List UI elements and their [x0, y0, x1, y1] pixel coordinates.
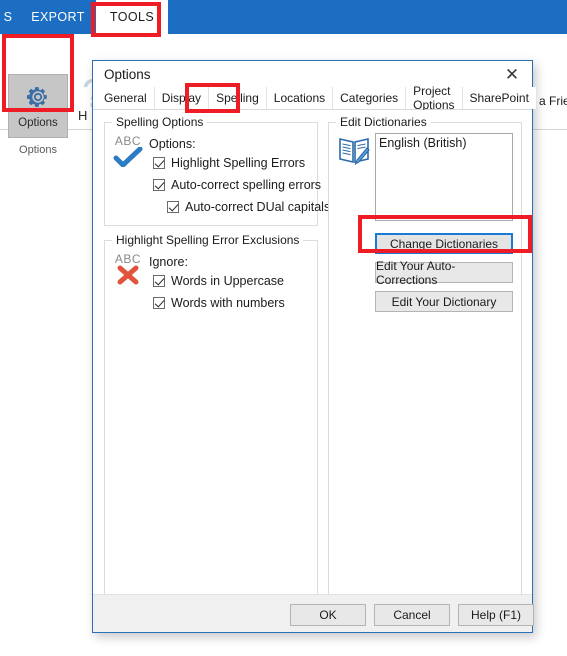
ribbon-tab-export-label: EXPORT [31, 10, 85, 24]
checkbox-box [167, 201, 179, 213]
checkbox-label: Auto-correct spelling errors [171, 178, 322, 192]
cancel-button[interactable]: Cancel [374, 604, 450, 626]
checkbox-words-with-numbers[interactable]: Words with numbers [153, 296, 285, 310]
checkbox-highlight-spelling-errors[interactable]: Highlight Spelling Errors [153, 156, 305, 170]
ribbon-options-button-label: Options [18, 116, 58, 129]
checkbox-auto-correct-spelling-errors[interactable]: Auto-correct spelling errors [153, 178, 321, 192]
dictionary-list[interactable]: English (British) [375, 133, 513, 221]
ribbon-tab-bar: S EXPORT TOOLS [0, 0, 567, 34]
ribbon-tab-export[interactable]: EXPORT [22, 0, 94, 34]
checkbox-box [153, 179, 165, 191]
checkbox-box [153, 275, 165, 287]
tab-display[interactable]: Display [153, 87, 209, 109]
spelling-exclusions-group: Highlight Spelling Error Exclusions ABC … [104, 233, 318, 630]
edit-your-dictionary-button[interactable]: Edit Your Dictionary [375, 291, 513, 312]
dialog-title: Options [104, 67, 151, 82]
tab-locations-label: Locations [273, 91, 326, 105]
checkbox-box [153, 297, 165, 309]
tab-general[interactable]: General [97, 87, 154, 109]
edit-auto-corrections-button[interactable]: Edit Your Auto-Corrections [375, 259, 513, 287]
ribbon-tab-tools[interactable]: TOOLS [96, 0, 168, 34]
tab-sharepoint[interactable]: SharePoint [461, 87, 536, 109]
background-right-text: l a Frie [533, 94, 567, 108]
ribbon-group-label: Options [19, 144, 57, 156]
ok-button-label: OK [319, 608, 337, 622]
cross-mark-icon [111, 265, 145, 291]
checkbox-words-in-uppercase[interactable]: Words in Uppercase [153, 274, 284, 288]
checkbox-auto-correct-dual-capitals[interactable]: Auto-correct DUal capitals [167, 200, 330, 214]
ribbon-options-button[interactable]: Options [8, 74, 68, 138]
ribbon-tab-tools-label: TOOLS [109, 10, 155, 24]
check-mark-icon [111, 146, 145, 173]
abc-check-icon: ABC [111, 135, 145, 173]
dialog-tab-strip: General Display Spelling Locations Categ… [93, 84, 536, 112]
change-dictionaries-button-label: Change Dictionaries [389, 236, 499, 251]
exclusions-sublabel: Ignore: [149, 255, 188, 269]
tab-categories-label: Categories [340, 91, 399, 105]
checkbox-label: Words in Uppercase [171, 274, 285, 288]
tab-spelling[interactable]: Spelling [208, 87, 266, 109]
tab-project-options[interactable]: Project Options [405, 84, 462, 112]
options-dialog: Options ✕ General Display Spelling Locat… [92, 60, 536, 633]
help-label: H [78, 108, 88, 123]
spelling-options-group-label: Spelling Options [112, 115, 208, 129]
tab-locations[interactable]: Locations [265, 87, 333, 109]
abc-text: ABC [114, 134, 142, 148]
dialog-content: Spelling Options ABC Options: Highlight … [93, 110, 532, 630]
checkbox-box [153, 157, 165, 169]
tab-sharepoint-label: SharePoint [469, 91, 529, 105]
edit-dictionaries-group: Edit Dictionaries English (British) Chan… [328, 115, 522, 630]
tab-general-label: General [104, 91, 147, 105]
abc-cross-icon: ABC [111, 253, 145, 291]
cancel-button-label: Cancel [393, 608, 431, 622]
tab-categories[interactable]: Categories [332, 87, 406, 109]
spelling-options-sublabel: Options: [149, 137, 196, 151]
ok-button[interactable]: OK [290, 604, 366, 626]
dialog-title-bar: Options ✕ [93, 61, 532, 88]
tab-display-label: Display [161, 91, 202, 105]
dialog-footer: OK Cancel Help (F1) [93, 594, 534, 632]
tab-project-options-label: Project Options [413, 84, 455, 112]
edit-auto-corrections-button-label: Edit Your Auto-Corrections [376, 258, 456, 287]
checkbox-label: Auto-correct DUal capitals [185, 200, 331, 214]
change-dictionaries-button[interactable]: Change Dictionaries [375, 233, 513, 254]
edit-dictionaries-group-label: Edit Dictionaries [336, 115, 431, 129]
abc-text: ABC [114, 252, 142, 266]
checkbox-label: Highlight Spelling Errors [171, 156, 306, 170]
tab-spelling-label: Spelling [216, 91, 259, 105]
spelling-options-group: Spelling Options ABC Options: Highlight … [104, 115, 330, 226]
ribbon-tab-s-label: S [3, 10, 13, 24]
edit-your-dictionary-button-label: Edit Your Dictionary [391, 294, 497, 309]
close-icon[interactable]: ✕ [496, 61, 528, 88]
ribbon-tab-s[interactable]: S [0, 0, 22, 34]
checkbox-label: Words with numbers [171, 296, 285, 310]
spelling-exclusions-group-label: Highlight Spelling Error Exclusions [112, 233, 304, 247]
help-button[interactable]: Help (F1) [458, 604, 534, 626]
gear-icon [25, 84, 51, 115]
dictionary-book-icon [338, 135, 370, 170]
help-button-label: Help (F1) [470, 608, 521, 622]
dictionary-list-item[interactable]: English (British) [379, 136, 509, 150]
